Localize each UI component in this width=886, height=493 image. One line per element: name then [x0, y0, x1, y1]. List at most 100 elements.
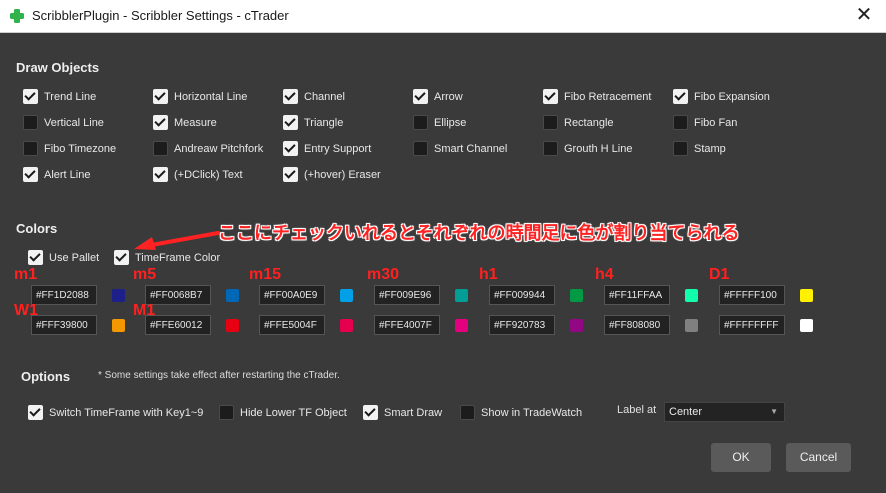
draw-object-checkbox[interactable]: (+hover) Eraser	[283, 167, 381, 182]
checkbox-label: Fibo Fan	[694, 116, 738, 129]
color-value-field[interactable]: #FFE5004F	[259, 315, 325, 335]
draw-object-checkbox[interactable]: Fibo Retracement	[543, 89, 651, 104]
color-value-field[interactable]: #FF11FFAA	[604, 285, 670, 305]
timeframe-label: h4	[595, 266, 614, 283]
draw-object-checkbox[interactable]: Channel	[283, 89, 345, 104]
checkbox-label: Measure	[174, 116, 217, 129]
draw-object-checkbox[interactable]: Smart Channel	[413, 141, 507, 156]
checkbox-box[interactable]	[543, 141, 558, 156]
color-swatch[interactable]	[340, 289, 353, 302]
color-value-field[interactable]: #FF00A0E9	[259, 285, 325, 305]
draw-object-checkbox[interactable]: Fibo Fan	[673, 115, 737, 130]
color-value-field[interactable]: #FF009944	[489, 285, 555, 305]
checkbox-box[interactable]	[673, 141, 688, 156]
color-swatch[interactable]	[800, 289, 813, 302]
checkbox-box[interactable]	[413, 115, 428, 130]
ok-button[interactable]: OK	[711, 443, 771, 472]
color-swatch[interactable]	[226, 289, 239, 302]
color-value-field[interactable]: #FFE4007F	[374, 315, 440, 335]
draw-object-checkbox[interactable]: Andreaw Pitchfork	[153, 141, 263, 156]
draw-object-checkbox[interactable]: Fibo Timezone	[23, 141, 116, 156]
draw-object-checkbox[interactable]: Arrow	[413, 89, 463, 104]
checkbox-box[interactable]	[673, 115, 688, 130]
color-swatch[interactable]	[455, 289, 468, 302]
timeframe-label: m1	[14, 266, 38, 283]
color-swatch[interactable]	[226, 319, 239, 332]
option-checkbox[interactable]: Switch TimeFrame with Key1~9	[28, 405, 203, 420]
draw-object-checkbox[interactable]: Trend Line	[23, 89, 96, 104]
checkbox-box[interactable]	[673, 89, 688, 104]
options-heading: Options	[21, 369, 71, 384]
color-swatch[interactable]	[685, 289, 698, 302]
checkbox-box[interactable]	[543, 89, 558, 104]
checkbox-label: Fibo Expansion	[694, 90, 770, 103]
draw-object-checkbox[interactable]: Measure	[153, 115, 217, 130]
annotation-arrow-icon	[134, 231, 220, 250]
color-swatch[interactable]	[570, 319, 583, 332]
color-value-field[interactable]: #FFFFF100	[719, 285, 785, 305]
color-value-field[interactable]: #FFF39800	[31, 315, 97, 335]
draw-object-checkbox[interactable]: Horizontal Line	[153, 89, 247, 104]
checkbox-label: Channel	[304, 90, 345, 103]
checkbox-box[interactable]	[413, 89, 428, 104]
color-value-field[interactable]: #FF920783	[489, 315, 555, 335]
checkbox-box[interactable]	[23, 115, 38, 130]
checkbox-box[interactable]	[543, 115, 558, 130]
color-value-field[interactable]: #FFFFFFFF	[719, 315, 785, 335]
checkbox-box[interactable]	[153, 89, 168, 104]
window-title: ScribblerPlugin - Scribbler Settings - c…	[32, 8, 289, 23]
checkbox-box[interactable]	[28, 250, 43, 265]
color-swatch[interactable]	[570, 289, 583, 302]
color-value-field[interactable]: #FFE60012	[145, 315, 211, 335]
color-swatch[interactable]	[685, 319, 698, 332]
option-checkbox[interactable]: Smart Draw	[363, 405, 442, 420]
draw-object-checkbox[interactable]: Stamp	[673, 141, 726, 156]
draw-object-checkbox[interactable]: Rectangle	[543, 115, 614, 130]
checkbox-box[interactable]	[363, 405, 378, 420]
draw-object-checkbox[interactable]: (+DClick) Text	[153, 167, 243, 182]
close-icon[interactable]: ✕	[852, 4, 876, 28]
annotation-text: ここにチェックいれるとそれぞれの時間足に色が割り当てられる	[218, 223, 740, 243]
checkbox-box[interactable]	[283, 89, 298, 104]
checkbox-label: Entry Support	[304, 142, 372, 155]
use-pallet-checkbox[interactable]: Use Pallet	[28, 250, 99, 265]
checkbox-box[interactable]	[219, 405, 234, 420]
checkbox-box[interactable]	[460, 405, 475, 420]
draw-object-checkbox[interactable]: Triangle	[283, 115, 343, 130]
cancel-button[interactable]: Cancel	[786, 443, 851, 472]
checkbox-box[interactable]	[153, 167, 168, 182]
checkbox-box[interactable]	[283, 115, 298, 130]
color-value-field[interactable]: #FF009E96	[374, 285, 440, 305]
checkbox-box[interactable]	[23, 141, 38, 156]
timeframe-color-checkbox[interactable]: TimeFrame Color	[114, 250, 220, 265]
checkbox-box[interactable]	[28, 405, 43, 420]
draw-object-checkbox[interactable]: Vertical Line	[23, 115, 104, 130]
color-value-field[interactable]: #FF1D2088	[31, 285, 97, 305]
draw-object-checkbox[interactable]: Alert Line	[23, 167, 90, 182]
checkbox-box[interactable]	[153, 115, 168, 130]
color-swatch[interactable]	[800, 319, 813, 332]
option-checkbox[interactable]: Hide Lower TF Object	[219, 405, 347, 420]
label-at-select[interactable]: Center ▼	[664, 402, 785, 422]
color-swatch[interactable]	[112, 319, 125, 332]
draw-object-checkbox[interactable]: Fibo Expansion	[673, 89, 770, 104]
draw-object-checkbox[interactable]: Entry Support	[283, 141, 371, 156]
checkbox-label: Andreaw Pitchfork	[174, 142, 264, 155]
checkbox-label: Smart Channel	[434, 142, 508, 155]
checkbox-box[interactable]	[23, 167, 38, 182]
draw-object-checkbox[interactable]: Grouth H Line	[543, 141, 632, 156]
checkbox-box[interactable]	[153, 141, 168, 156]
checkbox-box[interactable]	[283, 141, 298, 156]
color-swatch[interactable]	[340, 319, 353, 332]
checkbox-box[interactable]	[413, 141, 428, 156]
checkbox-box[interactable]	[23, 89, 38, 104]
color-swatch[interactable]	[455, 319, 468, 332]
checkbox-label: Show in TradeWatch	[481, 406, 583, 419]
color-value-field[interactable]: #FF808080	[604, 315, 670, 335]
draw-objects-heading: Draw Objects	[16, 60, 100, 75]
checkbox-box[interactable]	[283, 167, 298, 182]
option-checkbox[interactable]: Show in TradeWatch	[460, 405, 582, 420]
checkbox-box[interactable]	[114, 250, 129, 265]
color-swatch[interactable]	[112, 289, 125, 302]
draw-object-checkbox[interactable]: Ellipse	[413, 115, 466, 130]
